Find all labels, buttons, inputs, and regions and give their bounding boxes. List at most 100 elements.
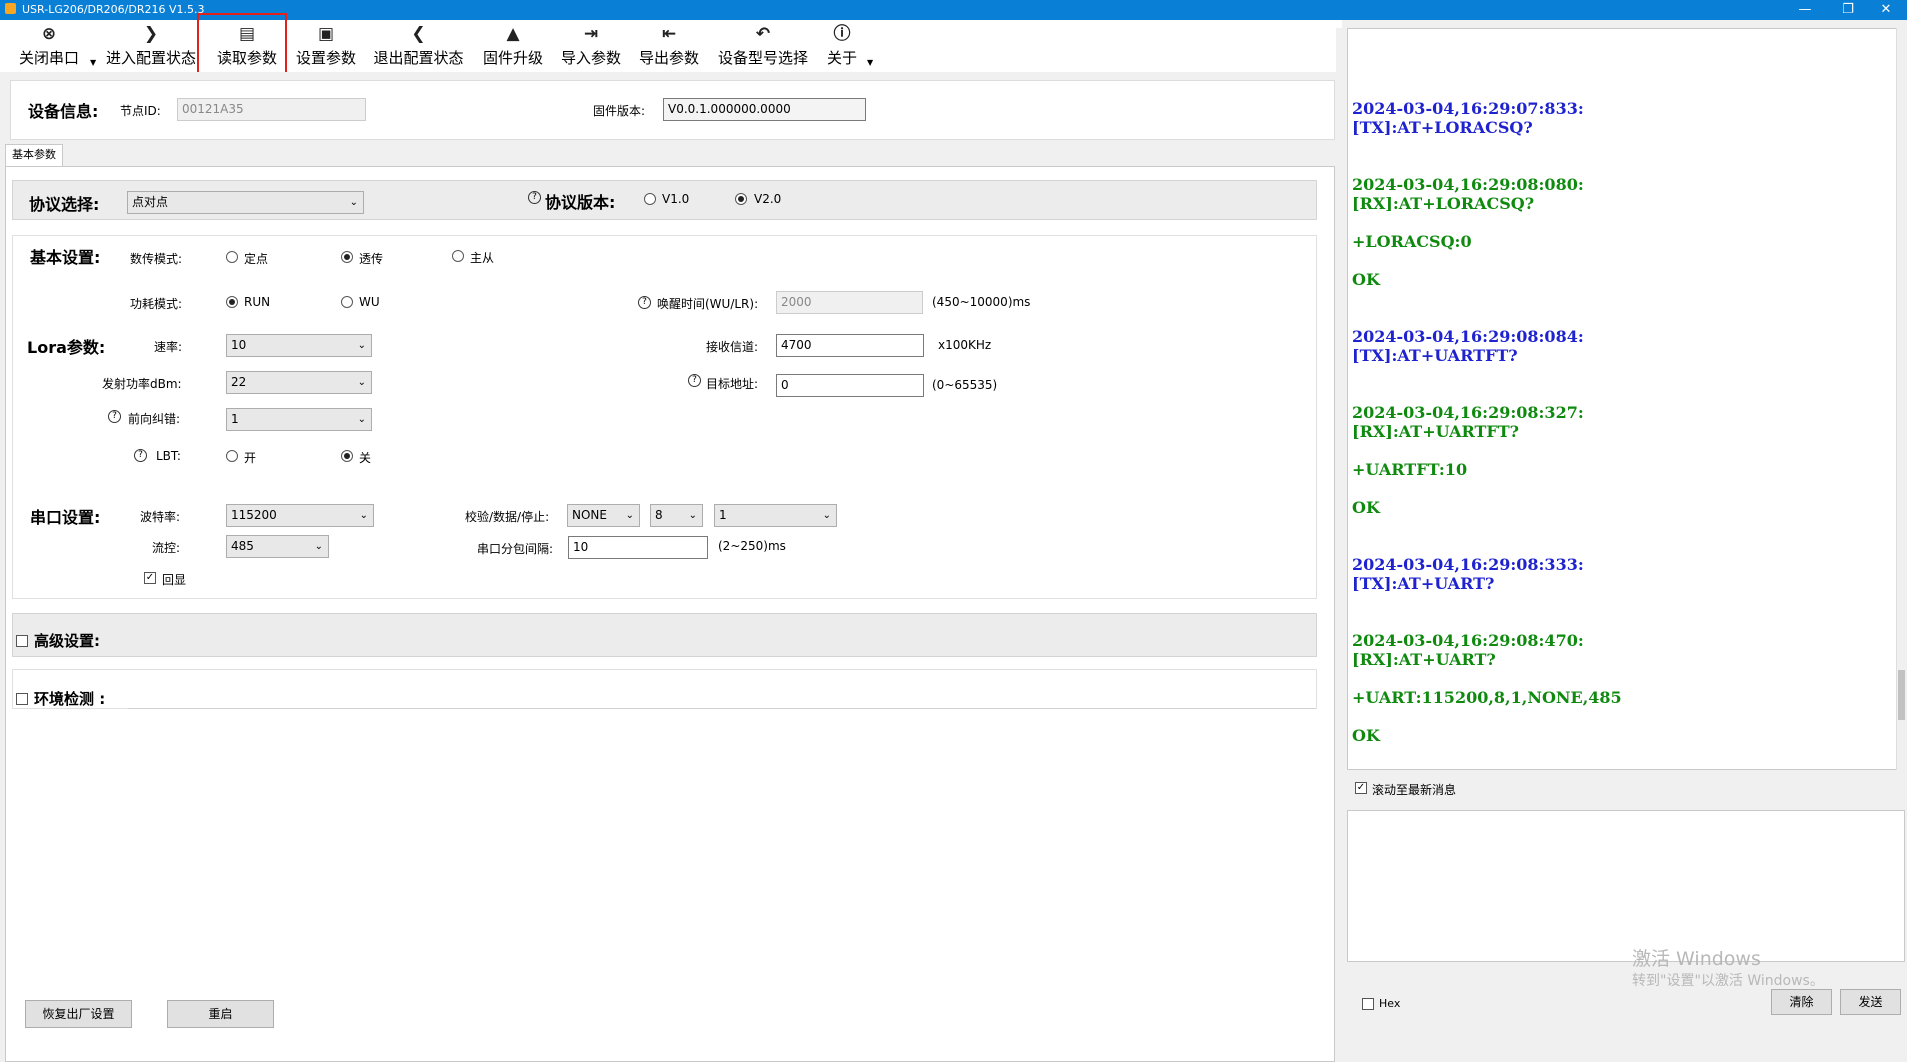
- about-button[interactable]: ⓘ 关于: [822, 24, 862, 70]
- lbt-on-radio[interactable]: [226, 450, 238, 462]
- undo-arrow-icon: ↶: [755, 24, 771, 44]
- baud-label: 波特率:: [140, 510, 181, 524]
- target-range: (0~65535): [932, 378, 998, 392]
- log-line: [TX]:AT+LORACSQ?: [1352, 118, 1533, 137]
- model-select-button[interactable]: ↶ 设备型号选择: [712, 24, 814, 70]
- activation-watermark: 激活 Windows: [1632, 948, 1761, 970]
- tx-power-select[interactable]: 22 ⌄: [226, 371, 372, 394]
- wake-time-field[interactable]: 2000: [776, 291, 923, 314]
- help-icon[interactable]: ?: [638, 296, 651, 309]
- scrollbar-thumb[interactable]: [1898, 670, 1905, 720]
- factory-reset-button[interactable]: 恢复出厂设置: [25, 1000, 132, 1028]
- rate-label: 速率:: [154, 340, 183, 354]
- data-bits-select[interactable]: 8 ⌄: [650, 504, 703, 527]
- send-input[interactable]: [1347, 810, 1905, 962]
- power-wu-label: WU: [359, 295, 380, 309]
- protocol-v2-label: V2.0: [754, 192, 782, 206]
- mode-transparent-label: 透传: [359, 252, 384, 266]
- flow-select[interactable]: 485 ⌄: [226, 535, 329, 558]
- tx-power-label: 发射功率dBm:: [102, 377, 182, 391]
- log-line: 2024-03-04,16:29:07:833:: [1352, 99, 1584, 118]
- stop-bits-select[interactable]: 1 ⌄: [714, 504, 837, 527]
- env-divider: [128, 708, 1316, 709]
- chevron-down-icon: ⌄: [688, 510, 697, 521]
- protocol-select[interactable]: 点对点 ⌄: [127, 191, 364, 214]
- help-icon[interactable]: ?: [528, 191, 541, 204]
- maximize-button[interactable]: ❐: [1828, 1, 1868, 19]
- hex-checkbox[interactable]: [1362, 998, 1374, 1010]
- mode-transparent-radio[interactable]: [341, 251, 353, 263]
- protocol-v2-radio[interactable]: [735, 193, 747, 205]
- close-window-button[interactable]: ✕: [1866, 1, 1906, 19]
- log-line: 2024-03-04,16:29:08:470:: [1352, 631, 1584, 650]
- env-heading: 环境检测 :: [34, 690, 106, 708]
- power-label: 功耗模式:: [130, 297, 183, 311]
- packet-interval-field[interactable]: 10: [568, 536, 708, 559]
- help-icon[interactable]: ?: [134, 449, 147, 462]
- firmware-field[interactable]: V0.0.1.000000.0000: [663, 98, 866, 121]
- help-icon[interactable]: ?: [688, 374, 701, 387]
- help-icon[interactable]: ?: [108, 410, 121, 423]
- parity-select[interactable]: NONE ⌄: [567, 504, 640, 527]
- rx-channel-field[interactable]: 4700: [776, 334, 924, 357]
- lbt-off-label: 关: [359, 451, 372, 465]
- serial-heading: 串口设置:: [30, 508, 101, 527]
- log-line: [RX]:AT+UART?: [1352, 650, 1496, 669]
- close-port-button[interactable]: ⊗ 关闭串口: [14, 24, 84, 70]
- target-address-field[interactable]: 0: [776, 374, 924, 397]
- set-params-button[interactable]: ▣ 设置参数: [291, 24, 361, 70]
- protocol-heading: 协议选择:: [29, 195, 100, 214]
- restart-button[interactable]: 重启: [167, 1000, 274, 1028]
- scroll-latest-checkbox[interactable]: ✓: [1355, 782, 1367, 794]
- protocol-version-heading: 协议版本:: [545, 193, 616, 212]
- app-icon: [5, 3, 16, 14]
- packet-interval-range: (2~250)ms: [718, 539, 786, 553]
- parity-label: 校验/数据/停止:: [465, 510, 550, 524]
- echo-checkbox[interactable]: ✓: [144, 572, 156, 584]
- log-line: +UART:115200,8,1,NONE,485: [1352, 688, 1622, 707]
- chevron-down-icon: ⌄: [349, 197, 358, 208]
- firmware-upgrade-button[interactable]: ▲ 固件升级: [478, 24, 548, 70]
- power-run-label: RUN: [244, 295, 271, 309]
- minimize-button[interactable]: —: [1785, 1, 1825, 19]
- protocol-v1-radio[interactable]: [644, 193, 656, 205]
- lbt-on-label: 开: [244, 451, 257, 465]
- exit-config-button[interactable]: ❮ 退出配置状态: [370, 24, 467, 70]
- chevron-right-icon: ❯: [143, 24, 159, 44]
- lbt-off-radio[interactable]: [341, 450, 353, 462]
- window-title: USR-LG206/DR206/DR216 V1.5.3: [22, 3, 205, 16]
- log-scrollbar[interactable]: [1896, 28, 1907, 770]
- export-icon: ⇤: [661, 24, 677, 44]
- mode-fixed-radio[interactable]: [226, 251, 238, 263]
- mode-master-radio[interactable]: [452, 250, 464, 262]
- enter-config-button[interactable]: ❯ 进入配置状态: [103, 24, 199, 70]
- scroll-latest-label: 滚动至最新消息: [1372, 783, 1457, 797]
- lora-heading: Lora参数:: [27, 338, 106, 357]
- env-checkbox[interactable]: [16, 693, 28, 705]
- log-line: 2024-03-04,16:29:08:080:: [1352, 175, 1584, 194]
- power-wu-radio[interactable]: [341, 296, 353, 308]
- baud-select[interactable]: 115200 ⌄: [226, 504, 374, 527]
- clear-button[interactable]: 清除: [1771, 989, 1832, 1015]
- import-params-button[interactable]: ⇥ 导入参数: [556, 24, 626, 70]
- hex-label: Hex: [1379, 997, 1401, 1010]
- power-run-radio[interactable]: [226, 296, 238, 308]
- rx-channel-unit: x100KHz: [938, 338, 992, 352]
- chevron-down-icon[interactable]: ▼: [867, 58, 873, 67]
- activation-watermark-sub: 转到"设置"以激活 Windows。: [1632, 973, 1824, 989]
- log-line: +UARTFT:10: [1352, 460, 1468, 479]
- splitter-handle[interactable]: [1336, 28, 1344, 1018]
- chevron-down-icon: ⌄: [357, 377, 366, 388]
- chevron-down-icon: ⌄: [359, 510, 368, 521]
- tab-bar: [5, 142, 1335, 168]
- fec-label: 前向纠错:: [128, 412, 181, 426]
- advanced-section: [12, 613, 1317, 657]
- send-button[interactable]: 发送: [1840, 989, 1901, 1015]
- rate-select[interactable]: 10 ⌄: [226, 334, 372, 357]
- tab-basic[interactable]: 基本参数: [5, 144, 63, 166]
- advanced-checkbox[interactable]: [16, 635, 28, 647]
- export-params-button[interactable]: ⇤ 导出参数: [634, 24, 704, 70]
- chevron-down-icon[interactable]: ▼: [90, 58, 96, 67]
- node-id-field[interactable]: 00121A35: [177, 98, 366, 121]
- fec-select[interactable]: 1 ⌄: [226, 408, 372, 431]
